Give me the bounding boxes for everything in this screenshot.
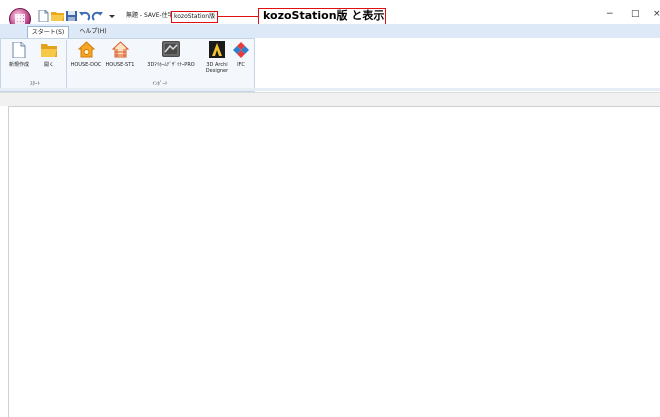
tab-help[interactable]: ヘルプ(H) [76, 26, 110, 38]
toolbar-strip [0, 92, 660, 106]
dropdown-icon[interactable] [109, 13, 115, 19]
minimize-button[interactable]: − [606, 9, 614, 19]
3d-archi-designer-icon [209, 41, 225, 58]
window-title: 無題 - SAVE-住宅 [126, 12, 174, 19]
3d-myhome-designer-icon [162, 41, 180, 57]
undo-icon[interactable] [78, 10, 91, 22]
house-doc-label: HOUSE-DOC [70, 62, 102, 68]
house-st1-icon [112, 41, 129, 58]
3d-archi-label-line2: Designer [205, 68, 229, 74]
new-document-button[interactable]: 新規作成 [8, 40, 30, 70]
annotation-callout: kozoStation版 と表示 [258, 8, 386, 25]
3d-myhome-designer-button[interactable]: 3DﾏｲﾎｰﾑﾃﾞｻﾞｲﾅｰPRO [139, 40, 203, 70]
open-folder-icon[interactable] [51, 10, 64, 22]
document-area[interactable] [8, 106, 660, 417]
redo-icon[interactable] [91, 10, 104, 22]
callout-connector [218, 16, 258, 17]
ifc-label: IFC [237, 62, 245, 68]
group-label-start: ｽﾀｰﾄ [29, 81, 40, 87]
new-icon[interactable] [37, 10, 50, 22]
house-doc-button[interactable]: HOUSE-DOC [68, 40, 104, 70]
ribbon-border [0, 88, 660, 91]
tab-start[interactable]: スタート(S) [27, 26, 69, 38]
house-st1-label: HOUSE-ST1 [105, 62, 135, 68]
title-highlight: kozoStation版 [171, 11, 219, 23]
maximize-button[interactable]: □ [631, 9, 640, 19]
app-logo-icon [15, 14, 25, 24]
3d-archi-designer-button[interactable]: 3D Archi Designer [203, 40, 231, 74]
house-doc-icon [78, 41, 95, 58]
open-folder-icon [41, 44, 57, 57]
group-separator [66, 40, 67, 88]
ribbon-empty-area [255, 38, 660, 92]
house-st1-button[interactable]: HOUSE-ST1 [104, 40, 136, 70]
save-icon[interactable] [65, 10, 78, 22]
close-button[interactable]: × [653, 9, 660, 19]
3d-myhome-designer-label: 3DﾏｲﾎｰﾑﾃﾞｻﾞｲﾅｰPRO [147, 62, 195, 68]
new-document-icon [12, 42, 26, 58]
ifc-button[interactable]: IFC [231, 40, 251, 70]
group-label-import: ｲﾝﾎﾟｰﾄ [152, 81, 168, 87]
open-label: 開く [43, 62, 54, 68]
new-document-label: 新規作成 [8, 62, 29, 68]
open-button[interactable]: 開く [38, 40, 60, 70]
ifc-icon [233, 42, 249, 58]
